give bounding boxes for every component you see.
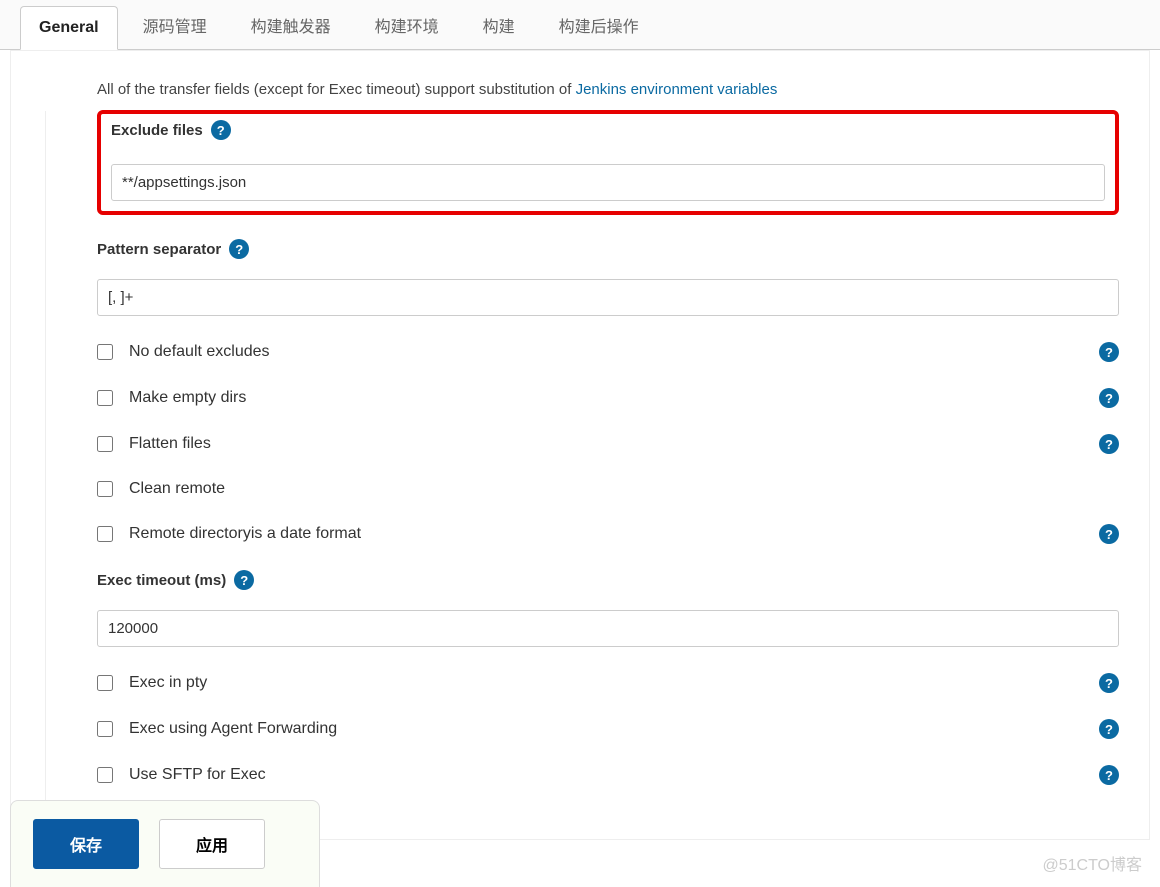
use-sftp-row: Use SFTP for Exec ?	[97, 765, 1119, 785]
clean-remote-checkbox[interactable]	[97, 481, 113, 497]
tab-triggers[interactable]: 构建触发器	[232, 0, 350, 49]
use-sftp-checkbox[interactable]	[97, 767, 113, 783]
save-button[interactable]: 保存	[33, 819, 139, 869]
exec-timeout-input[interactable]	[97, 610, 1119, 647]
help-icon[interactable]: ?	[1099, 719, 1119, 739]
exclude-files-highlight: Exclude files ?	[97, 110, 1119, 215]
config-tabs: General 源码管理 构建触发器 构建环境 构建 构建后操作	[0, 0, 1160, 50]
make-empty-dirs-label[interactable]: Make empty dirs	[129, 389, 246, 407]
make-empty-dirs-checkbox[interactable]	[97, 390, 113, 406]
tab-post-build[interactable]: 构建后操作	[540, 0, 658, 49]
use-sftp-label[interactable]: Use SFTP for Exec	[129, 766, 266, 784]
tab-scm[interactable]: 源码管理	[124, 0, 226, 49]
exec-timeout-block: Exec timeout (ms) ?	[97, 570, 1119, 647]
footer-actions: 保存 应用	[10, 800, 320, 887]
exclude-files-label-row: Exclude files ?	[111, 120, 1105, 140]
exec-agent-forwarding-row: Exec using Agent Forwarding ?	[97, 719, 1119, 739]
tab-environment[interactable]: 构建环境	[356, 0, 458, 49]
help-icon[interactable]: ?	[1099, 342, 1119, 362]
no-default-excludes-checkbox[interactable]	[97, 344, 113, 360]
exclude-files-label: Exclude files	[111, 122, 203, 139]
flatten-files-row: Flatten files ?	[97, 434, 1119, 454]
pattern-separator-label: Pattern separator	[97, 241, 221, 258]
exec-timeout-label-row: Exec timeout (ms) ?	[97, 570, 1119, 590]
remote-dir-date-row: Remote directoryis a date format ?	[97, 524, 1119, 544]
help-icon[interactable]: ?	[1099, 673, 1119, 693]
info-link-env-vars[interactable]: Jenkins environment variables	[576, 81, 778, 98]
exclude-files-input[interactable]	[111, 164, 1105, 201]
help-icon[interactable]: ?	[1099, 388, 1119, 408]
tab-build[interactable]: 构建	[464, 0, 534, 49]
help-icon[interactable]: ?	[229, 239, 249, 259]
remote-dir-date-checkbox[interactable]	[97, 526, 113, 542]
remote-dir-date-label[interactable]: Remote directoryis a date format	[129, 525, 361, 543]
help-icon[interactable]: ?	[1099, 434, 1119, 454]
pattern-separator-label-row: Pattern separator ?	[97, 239, 1119, 259]
no-default-excludes-label[interactable]: No default excludes	[129, 343, 270, 361]
exec-in-pty-label[interactable]: Exec in pty	[129, 674, 207, 692]
clean-remote-row: Clean remote	[97, 480, 1119, 498]
help-icon[interactable]: ?	[211, 120, 231, 140]
main-panel: All of the transfer fields (except for E…	[10, 50, 1150, 840]
exec-timeout-label: Exec timeout (ms)	[97, 572, 226, 589]
exec-in-pty-row: Exec in pty ?	[97, 673, 1119, 693]
info-prefix: All of the transfer fields (except for E…	[97, 81, 576, 98]
make-empty-dirs-row: Make empty dirs ?	[97, 388, 1119, 408]
pattern-separator-block: Pattern separator ?	[97, 239, 1119, 316]
exec-agent-forwarding-checkbox[interactable]	[97, 721, 113, 737]
help-icon[interactable]: ?	[234, 570, 254, 590]
vertical-divider	[45, 111, 46, 840]
help-icon[interactable]: ?	[1099, 765, 1119, 785]
flatten-files-checkbox[interactable]	[97, 436, 113, 452]
help-icon[interactable]: ?	[1099, 524, 1119, 544]
apply-button[interactable]: 应用	[159, 819, 265, 869]
info-text: All of the transfer fields (except for E…	[97, 81, 1119, 98]
exec-in-pty-checkbox[interactable]	[97, 675, 113, 691]
no-default-excludes-row: No default excludes ?	[97, 342, 1119, 362]
watermark: @51CTO博客	[1042, 851, 1142, 875]
exec-agent-forwarding-label[interactable]: Exec using Agent Forwarding	[129, 720, 337, 738]
clean-remote-label[interactable]: Clean remote	[129, 480, 225, 498]
pattern-separator-input[interactable]	[97, 279, 1119, 316]
tab-general[interactable]: General	[20, 6, 118, 50]
flatten-files-label[interactable]: Flatten files	[129, 435, 211, 453]
